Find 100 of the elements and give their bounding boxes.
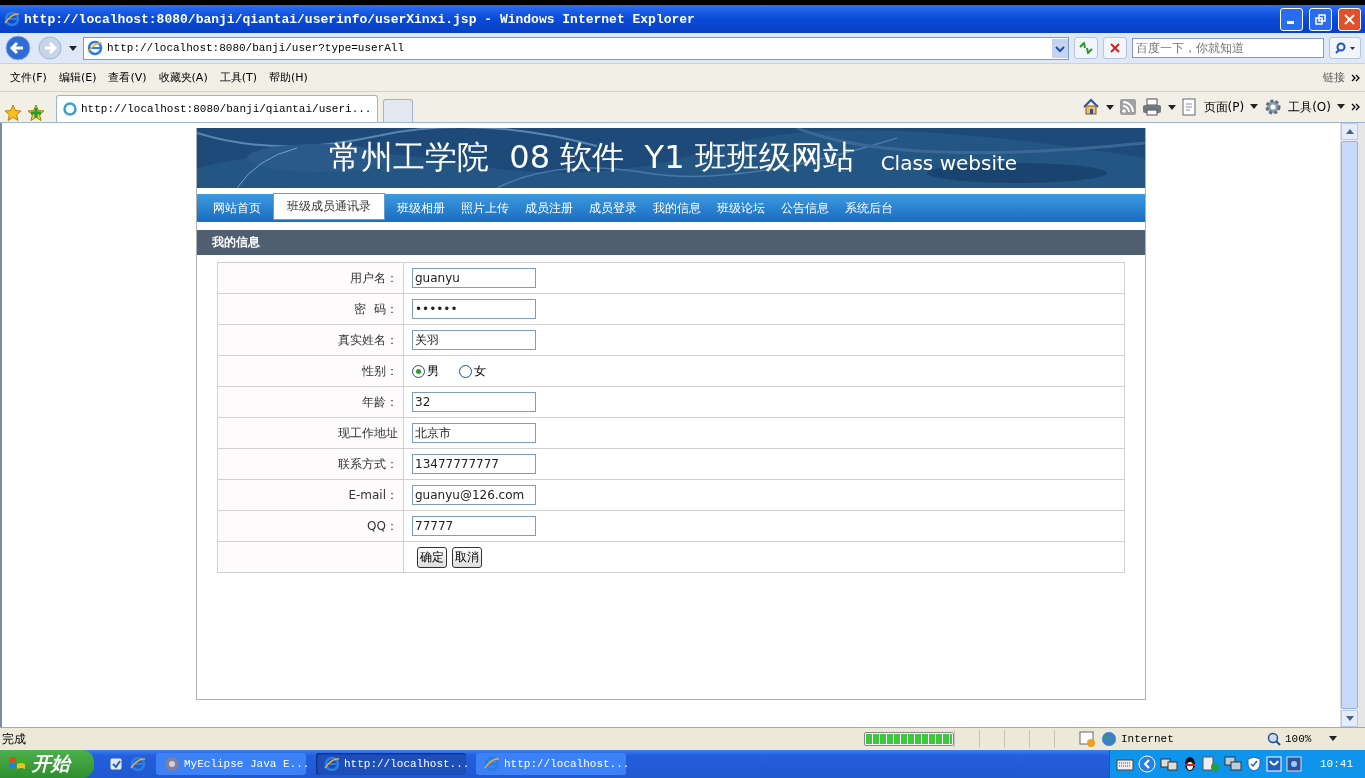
nav-tab[interactable]: 照片上传 (453, 194, 517, 222)
search-field[interactable]: 百度一下，你就知道 (1132, 38, 1324, 58)
favorites-star-icon[interactable] (4, 104, 22, 122)
globe-icon (1101, 731, 1117, 747)
chevron-icon[interactable] (1351, 102, 1361, 112)
stop-icon (1110, 43, 1120, 53)
field-label: E-mail： (348, 487, 398, 502)
field-label: 用户名： (350, 270, 398, 285)
printer-icon[interactable] (1141, 98, 1162, 116)
nav-tab[interactable]: 系统后台 (837, 194, 901, 222)
media-icon[interactable] (1202, 756, 1220, 772)
menu-item[interactable]: 工具(T) (213, 70, 263, 85)
scrollbar[interactable] (1340, 123, 1358, 727)
network-icon[interactable] (1224, 756, 1242, 772)
radio-label: 男 (427, 362, 439, 380)
app-icon (164, 756, 180, 772)
up-arrow-icon[interactable] (1345, 129, 1354, 134)
page-menu[interactable]: 页面(P) (1181, 98, 1259, 116)
field-label: 密 码： (354, 301, 398, 316)
radio-button[interactable] (459, 364, 472, 378)
close-button[interactable] (1338, 7, 1361, 31)
restore-button[interactable] (1309, 7, 1332, 31)
input-field[interactable]: guanyu (412, 268, 536, 288)
clock: 10:41 (1320, 758, 1353, 770)
chevron-icon[interactable] (1351, 72, 1361, 83)
close-icon (1344, 13, 1355, 25)
minimize-icon (1286, 21, 1294, 24)
dropdown-arrow-icon[interactable] (68, 43, 78, 53)
menu-item[interactable]: 收藏夹(A) (152, 70, 214, 85)
restore-icon (1315, 13, 1326, 25)
page-icon (87, 40, 103, 56)
refresh-button[interactable] (1074, 37, 1098, 59)
radio-button[interactable] (412, 364, 425, 378)
browser-icon (324, 756, 340, 772)
address-field[interactable]: http://localhost:8080/banji/user?type=userAll (83, 36, 1069, 60)
stop-button[interactable] (1103, 37, 1127, 59)
menu-item[interactable]: 帮助(H) (263, 70, 314, 85)
nav-tab[interactable]: 班级成员通讯录 (273, 193, 385, 220)
tools-menu[interactable]: 工具(O) (1264, 98, 1345, 116)
nav-tab[interactable]: 成员登录 (581, 194, 645, 222)
input-field[interactable]: 32 (412, 392, 536, 412)
keyboard-icon[interactable] (1116, 757, 1134, 771)
security-zone[interactable]: Internet (1101, 731, 1251, 747)
home-icon[interactable] (1081, 98, 1100, 116)
gear-icon (1264, 98, 1283, 116)
page-icon (1181, 98, 1198, 116)
loading-icon (63, 102, 77, 116)
window-title: http://localhost:8080/banji/qiantai/userinfo/userXinxi.jsp - Windows Internet Explorer (24, 11, 696, 27)
nav-tab[interactable]: 网站首页 (205, 194, 269, 222)
status-text: 完成 (1, 730, 27, 748)
dropdown-arrow-icon[interactable] (1105, 103, 1114, 111)
links-label[interactable]: 链接 (1317, 70, 1351, 85)
dropdown-arrow-icon[interactable] (1167, 103, 1176, 111)
input-field[interactable]: •••••• (412, 299, 536, 319)
form-button[interactable]: 确定 (417, 546, 447, 568)
nav-tab[interactable]: 班级论坛 (709, 194, 773, 222)
taskbar-button[interactable]: http://localhost... (476, 753, 626, 775)
field-label: 真实姓名： (338, 332, 398, 347)
minimize-button[interactable] (1280, 7, 1303, 31)
add-favorite-icon[interactable] (27, 104, 45, 122)
chevron-left-icon[interactable] (1138, 755, 1156, 773)
zoom-icon (1267, 732, 1281, 746)
site-title: 常州工学院 08 软件 Y1 班班级网站 (329, 137, 855, 178)
monitor-icon[interactable] (1286, 756, 1302, 772)
field-label: 年龄： (362, 394, 398, 409)
field-label: QQ： (367, 518, 398, 533)
input-field[interactable]: 北京市 (412, 423, 536, 443)
form-button[interactable]: 取消 (452, 546, 482, 568)
browser-icon[interactable] (130, 756, 146, 772)
section-title: 我的信息 (197, 230, 1145, 255)
back-button[interactable] (4, 34, 32, 62)
popup-blocked-icon (1079, 731, 1095, 747)
browser-icon (4, 11, 20, 27)
down-arrow-icon[interactable] (1345, 716, 1354, 721)
desktop-shortcut-icon[interactable] (108, 756, 124, 772)
input-field[interactable]: 13477777777 (412, 454, 536, 474)
zoom-control[interactable]: 100% (1267, 732, 1312, 746)
field-label: 联系方式： (338, 456, 398, 471)
dropdown-arrow-icon[interactable] (1329, 736, 1338, 742)
browser-icon (484, 756, 500, 772)
nav-tab[interactable]: 班级相册 (389, 194, 453, 222)
browser-tab[interactable]: http://localhost:8080/banji/qiantai/useri... (56, 95, 379, 122)
search-button[interactable] (1329, 37, 1361, 59)
taskbar-button[interactable]: MyEclipse Java E... (156, 753, 306, 775)
nav-tab[interactable]: 成员注册 (517, 194, 581, 222)
input-field[interactable]: 77777 (412, 516, 536, 536)
nav-tab[interactable]: 公告信息 (773, 194, 837, 222)
feed-icon[interactable] (1119, 99, 1136, 115)
penguin-icon[interactable] (1182, 756, 1198, 772)
field-label: 性别： (362, 363, 398, 378)
menu-item[interactable]: 编辑(E) (52, 70, 103, 85)
network-icon[interactable] (1160, 756, 1178, 772)
menu-item[interactable]: 查看(V) (102, 70, 153, 85)
input-field[interactable]: 关羽 (412, 330, 536, 350)
radio-label: 女 (474, 362, 486, 380)
input-field[interactable]: guanyu@126.com (412, 485, 536, 505)
taskbar-button[interactable]: http://localhost... (316, 753, 466, 775)
nav-tab[interactable]: 我的信息 (645, 194, 709, 222)
field-label: 现工作地址 (338, 425, 398, 440)
menu-item[interactable]: 文件(F) (4, 70, 53, 85)
